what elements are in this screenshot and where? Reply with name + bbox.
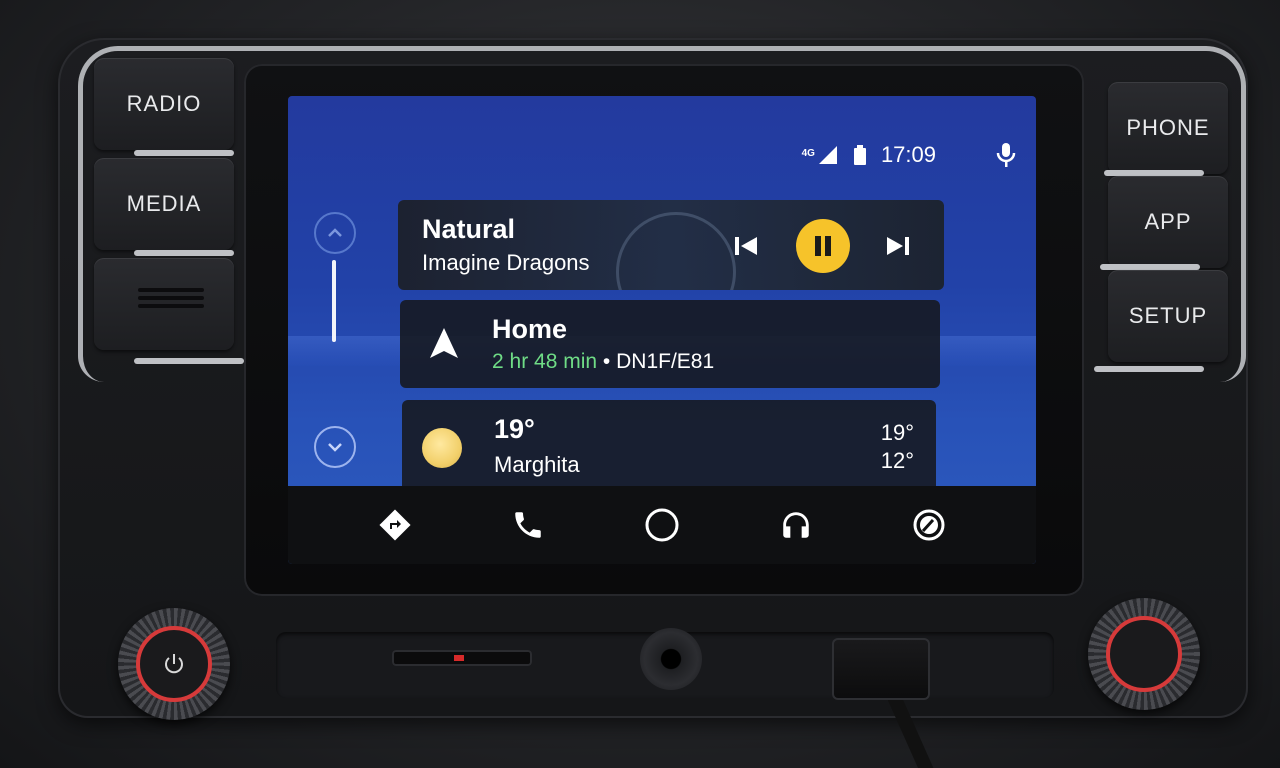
chevron-up-icon: [328, 228, 342, 237]
sd-slot-indicator: [454, 655, 464, 661]
navigation-card[interactable]: Home 2 hr 48 min • DN1F/E81: [400, 300, 940, 388]
setup-button[interactable]: SETUP: [1108, 270, 1228, 362]
media-button[interactable]: MEDIA: [94, 158, 234, 250]
power-ring: [136, 626, 212, 702]
high-temperature: 19°: [880, 420, 914, 445]
clock: 17:09: [880, 142, 936, 167]
next-track-button[interactable]: [878, 226, 918, 266]
power-volume-knob[interactable]: [118, 608, 230, 720]
route-road: DN1F/E81: [616, 350, 715, 373]
speaker-slot: [138, 288, 204, 292]
low-temperature: 12°: [880, 448, 914, 473]
current-temperature: 19°: [494, 414, 535, 444]
play-pause-button[interactable]: [796, 219, 850, 273]
navigation-arrow-icon: [430, 328, 458, 358]
signal-icon: [818, 146, 837, 164]
tuning-knob[interactable]: [1088, 598, 1200, 710]
speaker-slot: [138, 296, 204, 300]
battery-icon: [853, 145, 866, 165]
bottom-nav-bar: [288, 486, 1036, 564]
android-auto-screen: 4G 17:09 Natural Imagine Dragons Home 2 …: [288, 96, 1036, 564]
usb-plug[interactable]: [832, 638, 930, 700]
destination-name: Home: [492, 314, 568, 344]
button-divider: [134, 358, 244, 364]
weather-card[interactable]: 19° Marghita 19° 12°: [402, 400, 936, 500]
phone-icon: [515, 512, 542, 538]
nav-tab-home[interactable]: [638, 501, 686, 549]
button-divider: [1094, 366, 1204, 372]
app-button[interactable]: APP: [1108, 176, 1228, 268]
album-art-decoration: [616, 212, 736, 290]
sd-card-slot[interactable]: [392, 650, 532, 666]
scroll-up-button[interactable]: [314, 212, 356, 254]
chevron-down-icon: [328, 443, 342, 452]
nav-tab-phone[interactable]: [504, 501, 552, 549]
microphone-icon[interactable]: [994, 141, 1018, 169]
button-divider: [134, 150, 234, 156]
navigation-icon: [379, 509, 411, 541]
sunny-icon: [422, 428, 462, 468]
skip-next-icon: [887, 237, 909, 255]
button-divider: [134, 250, 234, 256]
route-summary: 2 hr 48 min • DN1F/E81: [492, 350, 714, 374]
track-artist: Imagine Dragons: [422, 250, 590, 275]
weather-location: Marghita: [494, 452, 580, 477]
power-icon: [165, 654, 183, 674]
status-bar: 4G 17:09: [802, 140, 1018, 170]
eta-duration: 2 hr 48 min: [492, 350, 598, 373]
scroll-indicator[interactable]: [332, 260, 336, 342]
now-playing-card[interactable]: Natural Imagine Dragons: [398, 200, 944, 290]
nav-tab-media[interactable]: [772, 501, 820, 549]
skip-previous-icon: [735, 237, 757, 255]
exit-icon: [913, 509, 945, 541]
network-indicator: 4G: [802, 145, 839, 165]
network-type-label: 4G: [801, 148, 815, 159]
radio-button[interactable]: RADIO: [94, 58, 234, 150]
track-title: Natural: [422, 214, 516, 244]
speaker-slot: [138, 304, 204, 308]
nav-tab-navigation[interactable]: [371, 501, 419, 549]
previous-track-button[interactable]: [726, 226, 766, 266]
pause-icon: [815, 236, 831, 256]
separator-dot: •: [602, 350, 611, 373]
nav-tab-exit[interactable]: [905, 501, 953, 549]
headphones-icon: [782, 512, 809, 538]
tuning-ring: [1106, 616, 1182, 692]
aux-input-jack[interactable]: [640, 628, 702, 690]
home-icon: [645, 508, 679, 542]
phone-button[interactable]: PHONE: [1108, 82, 1228, 174]
scroll-down-button[interactable]: [314, 426, 356, 468]
